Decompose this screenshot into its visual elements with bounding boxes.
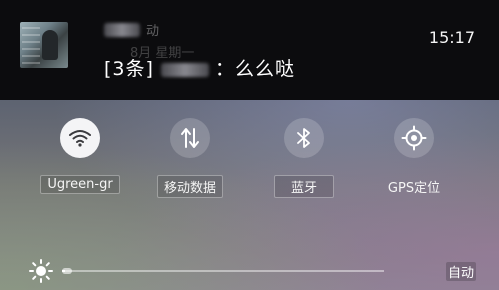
redacted-sender bbox=[160, 62, 209, 77]
toggle-mobile-data[interactable]: 移动数据 bbox=[150, 118, 230, 198]
toggle-gps[interactable]: GPS定位 bbox=[374, 118, 454, 198]
gps-label: GPS定位 bbox=[387, 181, 441, 196]
contact-avatar bbox=[20, 22, 68, 68]
brightness-row: 自动 bbox=[0, 250, 499, 290]
mobile-data-toggle-button[interactable] bbox=[170, 118, 210, 158]
bluetooth-icon bbox=[297, 128, 310, 148]
gps-icon bbox=[401, 125, 427, 151]
auto-brightness-toggle[interactable]: 自动 bbox=[446, 262, 477, 281]
wifi-icon bbox=[69, 130, 91, 147]
notification-title-suffix: 动 bbox=[146, 24, 161, 39]
wifi-toggle-button[interactable] bbox=[60, 118, 100, 158]
redacted-name bbox=[104, 23, 140, 37]
message-text: ：么么哒 bbox=[214, 58, 295, 80]
brightness-slider-handle[interactable] bbox=[62, 268, 72, 274]
notification-sender: 动 bbox=[104, 20, 160, 44]
gps-toggle-button[interactable] bbox=[394, 118, 434, 158]
message-count: [3条] bbox=[104, 58, 154, 80]
bluetooth-label: 蓝牙 bbox=[273, 175, 334, 198]
mobile-data-icon bbox=[181, 128, 199, 148]
toggle-bluetooth[interactable]: 蓝牙 bbox=[264, 118, 344, 198]
mobile-data-label: 移动数据 bbox=[156, 175, 223, 198]
brightness-slider[interactable] bbox=[62, 268, 384, 274]
brightness-icon bbox=[29, 259, 53, 283]
notification-time: 15:17 bbox=[428, 28, 475, 47]
notification-card[interactable]: 8月 星期一 动 [3条] ：么么哒 15:17 bbox=[0, 0, 499, 100]
wifi-label: Ugreen-gr bbox=[40, 175, 120, 194]
toggle-wifi[interactable]: Ugreen-gr bbox=[40, 118, 120, 194]
notification-message: [3条] ：么么哒 bbox=[104, 54, 295, 81]
bluetooth-toggle-button[interactable] bbox=[284, 118, 324, 158]
